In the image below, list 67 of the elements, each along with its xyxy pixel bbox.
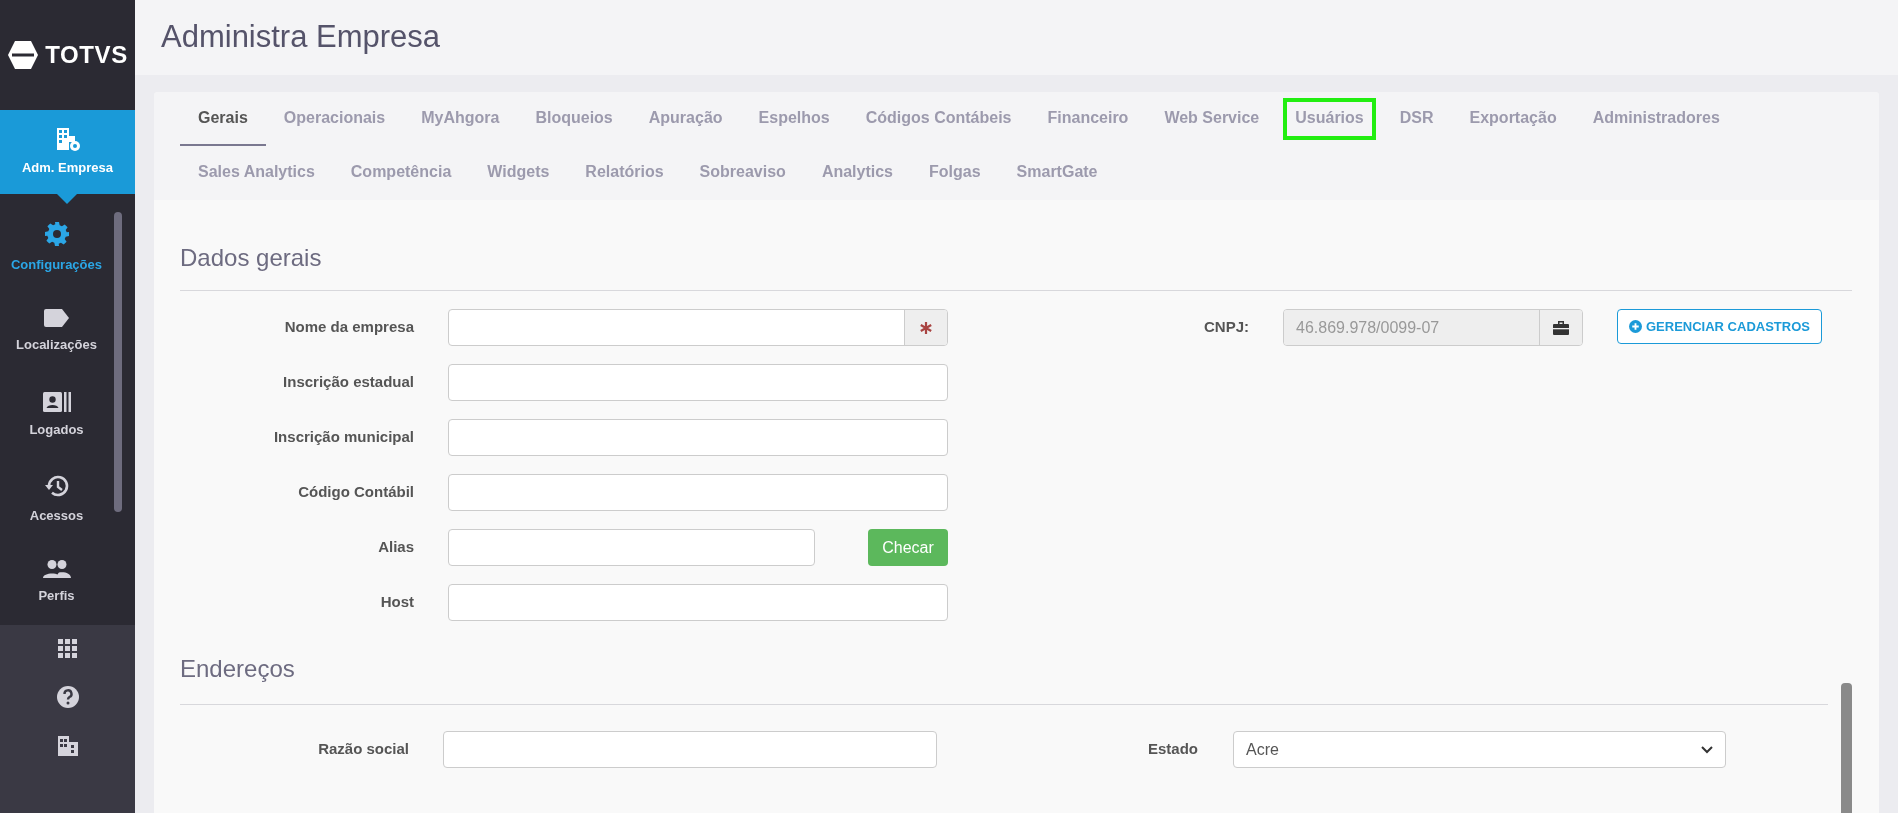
tab[interactable]: Administradores (1574, 92, 1738, 146)
tab[interactable]: Financeiro (1029, 92, 1147, 146)
tab[interactable]: SmartGate (998, 146, 1116, 200)
tab[interactable]: Operacionais (265, 92, 404, 146)
briefcase-icon (1539, 310, 1582, 345)
state-select[interactable]: Acre (1233, 731, 1726, 768)
text-field[interactable] (448, 364, 948, 401)
tag-icon (43, 308, 70, 327)
tab[interactable]: Folgas (911, 146, 999, 200)
text-field[interactable] (448, 419, 948, 456)
tab[interactable]: Códigos Contábeis (847, 92, 1030, 146)
sidebar-item[interactable]: Configurações (0, 206, 113, 290)
logo-icon (7, 40, 40, 70)
tab[interactable]: MyAhgora (403, 92, 518, 146)
page-title: Administra Empresa (161, 18, 441, 57)
people-icon (42, 560, 71, 579)
text-field[interactable] (448, 309, 948, 346)
id-card-icon (42, 391, 71, 412)
history-icon (43, 473, 70, 498)
apps-grid-icon[interactable] (57, 639, 78, 659)
section-title: Endereços (180, 651, 1828, 705)
field-label: Alias (377, 537, 415, 558)
tab[interactable]: Bloqueios (517, 92, 631, 146)
field-label: Razão social (317, 739, 410, 760)
sidebar-item[interactable]: Logados (0, 373, 113, 458)
field-label: Host (379, 592, 415, 613)
asterisk-icon (904, 310, 947, 345)
module-item[interactable]: Adm. Empresa (0, 110, 135, 194)
tab[interactable]: Widgets (469, 146, 568, 200)
tab[interactable]: Espelhos (740, 92, 848, 146)
tab[interactable]: Exportação (1451, 92, 1575, 146)
tab[interactable]: DSR (1381, 92, 1452, 146)
text-field[interactable] (448, 529, 815, 566)
cnpj-field: 46.869.978/0099-07 (1283, 309, 1583, 346)
tab[interactable]: Gerais (180, 92, 266, 146)
field-label: Nome da empresa (283, 317, 415, 338)
tab[interactable]: Sobreaviso (681, 146, 804, 200)
text-field[interactable] (448, 474, 948, 511)
gear-icon (43, 221, 70, 248)
help-icon[interactable] (55, 685, 80, 709)
field-label: Estado (1147, 739, 1199, 760)
plus-circle-icon (1629, 320, 1642, 333)
logo-text: TOTVS (45, 40, 128, 70)
field-label: Código Contábil (297, 482, 415, 503)
tab[interactable]: Web Service (1146, 92, 1278, 146)
pointer-arrow (57, 194, 77, 204)
building-icon[interactable] (56, 735, 79, 757)
tab[interactable]: Apuração (630, 92, 741, 146)
building-gear-icon (54, 126, 81, 153)
tab[interactable]: Sales Analytics (180, 146, 333, 200)
field-label: Inscrição estadual (282, 372, 415, 393)
text-field[interactable] (448, 584, 948, 621)
tab[interactable]: Relatórios (567, 146, 682, 200)
field-label: Inscrição municipal (272, 427, 415, 448)
field-label: CNPJ: (1203, 317, 1250, 338)
tab[interactable]: Competência (332, 146, 470, 200)
section-title: Dados gerais (180, 240, 1852, 291)
company-name-field[interactable] (443, 731, 937, 768)
tab[interactable]: Usuários (1277, 92, 1382, 146)
sidebar-item[interactable]: Acessos (0, 457, 113, 542)
sidebar-item[interactable]: Perfis (0, 541, 113, 625)
sidebar-item[interactable]: Localizações (0, 289, 113, 374)
chevron-down-icon (1701, 745, 1713, 754)
manage-records-button[interactable]: GERENCIAR CADASTROS (1617, 309, 1822, 344)
check-button[interactable]: Checar (868, 529, 948, 566)
tab[interactable]: Analytics (803, 146, 911, 200)
scrollbar[interactable] (114, 212, 122, 512)
